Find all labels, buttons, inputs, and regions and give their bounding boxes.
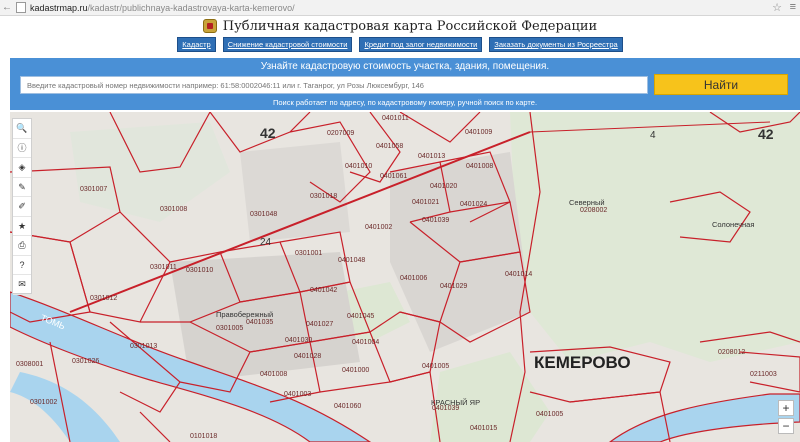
favorite-tool-icon[interactable]: ★ [13,217,31,236]
parcel-label: 0301018 [310,193,337,200]
site-header: Публичная кадастровая карта Российской Ф… [0,16,800,36]
parcel-label: 0401039 [422,217,449,224]
parcel-label: 0308001 [16,361,43,368]
draw-tool-icon[interactable]: ✎ [13,178,31,197]
parcel-label: 0301002 [30,399,57,406]
parcel-label: 0401060 [334,403,361,410]
parcel-label: 0401027 [306,321,333,328]
parcel-label: 0301011 [150,264,177,271]
parcel-label: 0401024 [460,201,487,208]
mail-tool-icon[interactable]: ✉ [13,275,31,295]
parcel-label: 0208012 [718,349,745,356]
search-tool-icon[interactable]: 🔍 [13,119,31,139]
parcel-label: 0301026 [72,358,99,365]
coat-of-arms-icon [202,19,217,33]
search-hint: Поиск работает по адресу, по кадастровом… [272,98,538,107]
parcel-label: 0301010 [186,267,213,274]
district-label: КРАСНЫЙ ЯР [431,398,480,407]
url-domain: kadastrmap.ru [30,2,88,13]
zone-number: 42 [260,125,276,141]
map-toolbar: 🔍 ⓘ ◈ ✎ ✐ ★ ⎙ ? ✉ [12,118,32,295]
zone-number: 4 [650,130,656,141]
parcel-label: 0401035 [246,319,273,326]
find-button[interactable]: Найти [654,74,788,95]
page-title: Публичная кадастровая карта Российской Ф… [222,18,598,34]
back-arrow-icon[interactable]: ← [0,2,14,13]
district-label: Солонечная [712,220,754,229]
city-label: КЕМЕРОВО [534,353,631,372]
zoom-out-button[interactable]: − [778,418,794,434]
parcel-label: 0401004 [352,339,379,346]
bookmark-star-icon[interactable]: ☆ [772,1,782,14]
parcel-label: 0401008 [466,163,493,170]
parcel-label: 0401005 [536,411,563,418]
parcel-label: 0301048 [250,211,277,218]
parcel-label: 0401000 [342,367,369,374]
district-label: Правобережный [216,310,273,319]
parcel-label: 0207009 [327,130,354,137]
page-icon [16,2,26,13]
zone-number: 24 [260,237,272,248]
nav-kadastr-button[interactable]: Кадастр [177,37,216,52]
parcel-label: 0401030 [285,337,312,344]
parcel-label: 0401042 [310,287,337,294]
zone-number: 42 [758,126,774,142]
parcel-label: 0301007 [80,186,107,193]
nav-credit-button[interactable]: Кредит под залог недвижимости [359,37,483,52]
parcel-label: 0401003 [284,391,311,398]
cadastral-map[interactable]: 0207009 0401011 0401009 0401058 0401013 … [10,112,800,442]
parcel-label: 0101018 [190,433,217,440]
parcel-label: 0401002 [365,224,392,231]
parcel-label: 0401013 [418,153,445,160]
info-tool-icon[interactable]: ⓘ [13,139,31,158]
parcel-label: 0401015 [470,425,497,432]
parcel-label: 0301001 [295,250,322,257]
search-heading: Узнайте кадастровую стоимость участка, з… [260,61,550,72]
parcel-label: 0401061 [380,173,407,180]
parcel-label: 0401045 [347,313,374,320]
parcel-label: 0401011 [382,115,409,122]
parcel-label: 0401058 [376,143,403,150]
district-label: Северный [569,198,605,207]
parcel-label: 0301012 [90,295,117,302]
nav-order-docs-button[interactable]: Заказать документы из Росреестра [489,37,623,52]
parcel-label: 0401014 [505,271,532,278]
parcel-label: 0401021 [412,199,439,206]
nav-reduce-value-button[interactable]: Снижение кадастровой стоимости [222,37,353,52]
parcel-label: 0401029 [440,283,467,290]
browser-menu-icon[interactable]: ≡ [790,1,796,13]
measure-tool-icon[interactable]: ✐ [13,197,31,217]
parcel-label: 0401028 [294,353,321,360]
parcel-label: 0301005 [216,325,243,332]
layers-tool-icon[interactable]: ◈ [13,158,31,178]
parcel-label: 0401010 [345,163,372,170]
parcel-label: 0208002 [580,207,607,214]
search-panel: Узнайте кадастровую стоимость участка, з… [10,58,800,110]
browser-url-bar[interactable]: ← kadastrmap.ru/kadastr/publichnaya-kada… [0,0,800,16]
parcel-label: 0301008 [160,206,187,213]
zoom-in-button[interactable]: + [778,400,794,416]
map-canvas[interactable]: 0207009 0401011 0401009 0401058 0401013 … [10,112,800,442]
cadastral-search-input[interactable] [20,76,648,94]
url-path: /kadastr/publichnaya-kadastrovaya-karta-… [87,2,295,13]
help-tool-icon[interactable]: ? [13,256,31,275]
parcel-label: 0401048 [338,257,365,264]
parcel-label: 0401020 [430,183,457,190]
parcel-label: 0401006 [400,275,427,282]
parcel-label: 0401005 [422,363,449,370]
print-tool-icon[interactable]: ⎙ [13,236,31,256]
parcel-label: 0401008 [260,371,287,378]
parcel-label: 0301013 [130,343,157,350]
parcel-label: 0211003 [750,371,777,378]
parcel-label: 0401009 [465,129,492,136]
top-nav: Кадастр Снижение кадастровой стоимости К… [0,37,800,52]
